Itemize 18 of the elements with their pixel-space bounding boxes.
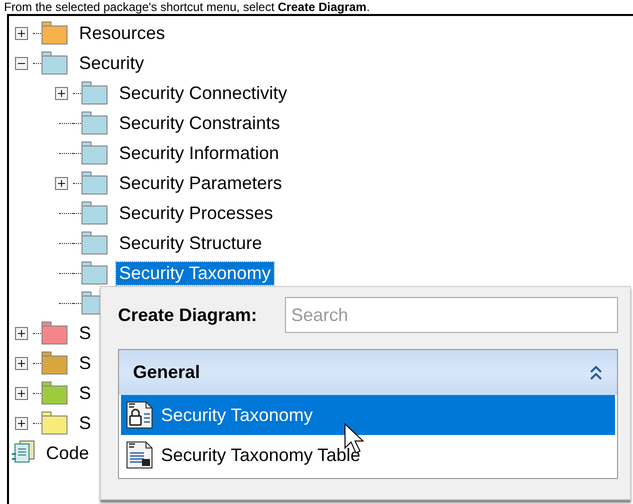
lock-document-icon [125, 400, 155, 430]
expand-icon[interactable] [14, 416, 28, 430]
collapse-icon[interactable] [14, 56, 28, 70]
expand-icon[interactable] [14, 326, 28, 340]
expand-icon[interactable] [54, 176, 68, 190]
search-field[interactable]: Search [285, 297, 618, 333]
group-header[interactable]: General [119, 350, 617, 395]
instruction-text: From the selected package's shortcut menu, select Create Diagram. [3, 0, 371, 14]
expand-icon[interactable] [14, 26, 28, 40]
expand-icon[interactable] [14, 386, 28, 400]
popup-title: Create Diagram: [118, 304, 258, 326]
expand-icon[interactable] [14, 356, 28, 370]
diagram-type-item[interactable]: Security Taxonomy [121, 395, 615, 435]
tree-item[interactable]: Security Taxonomy [116, 262, 274, 284]
table-document-icon [125, 440, 155, 470]
expand-icon[interactable] [54, 86, 68, 100]
group-title: General [133, 362, 200, 383]
collapse-chevrons-icon[interactable] [589, 364, 603, 380]
